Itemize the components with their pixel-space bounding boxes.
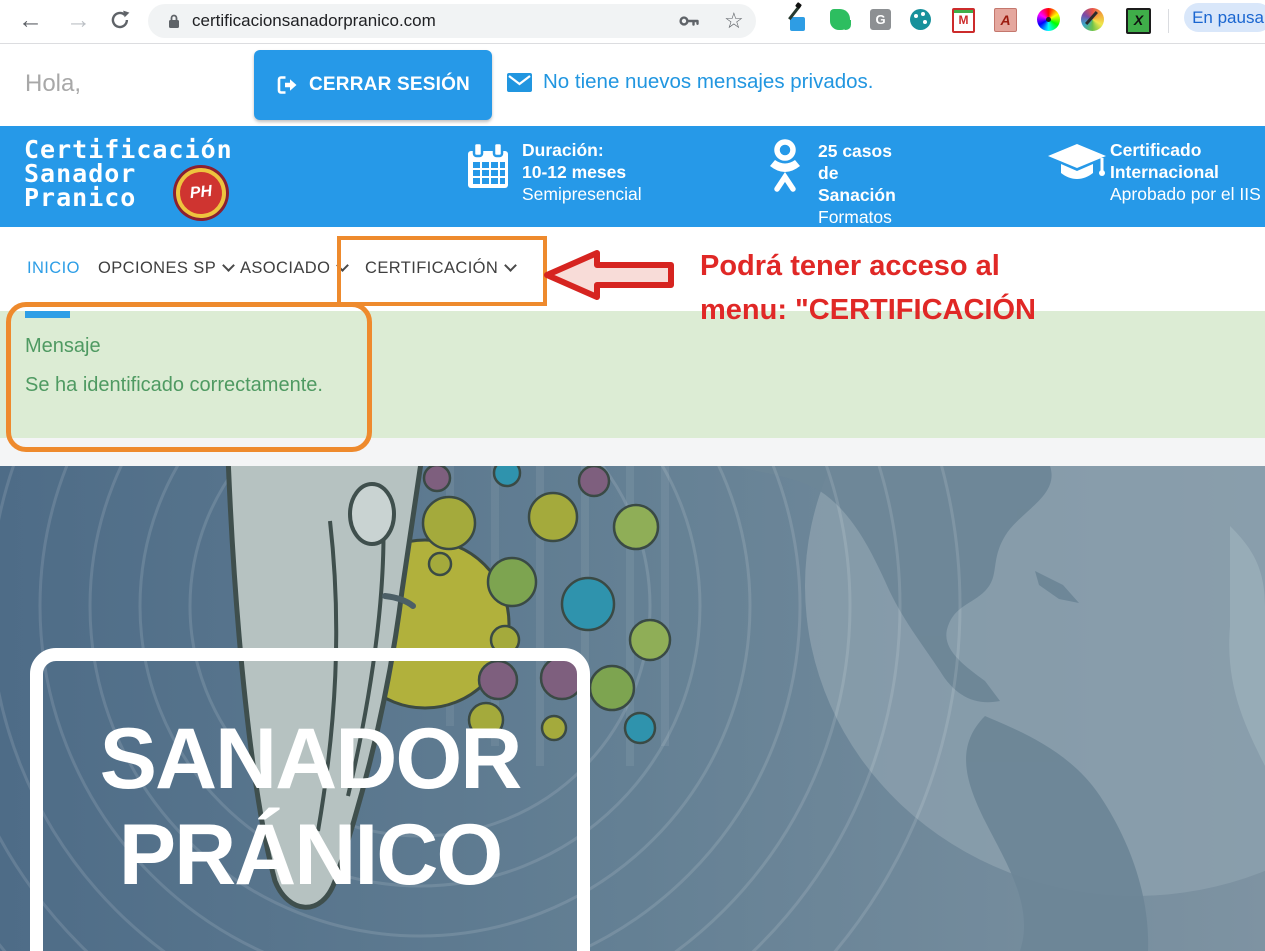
top-banner: Certificación Sanador Pranico PH Duració…: [0, 126, 1265, 227]
feature-certificate-title: Certificado: [1110, 139, 1261, 161]
feature-duration-title: Duración:: [522, 139, 642, 161]
annotation-arrow-icon: [543, 250, 675, 300]
annotation-text: Podrá tener acceso al menu: "CERTIFICACI…: [700, 244, 1036, 332]
envelope-icon: [507, 73, 532, 92]
feature-certificate-subtitle: Aprobado por el IIS: [1110, 183, 1261, 205]
color-picker-extension-icon[interactable]: [782, 6, 808, 33]
color-wheel-icon: [1037, 8, 1060, 31]
person-icon: [766, 139, 804, 195]
address-bar[interactable]: certificacionsanadorpranico.com ☆: [148, 4, 756, 38]
site-header: Hola, CERRAR SESIÓN No tiene nuevos mens…: [0, 44, 1265, 126]
nav-label-asociado: ASOCIADO: [240, 259, 330, 277]
annotation-highlight-message: [6, 302, 372, 452]
calendar-icon: [466, 142, 510, 190]
bookmark-star-icon[interactable]: ☆: [724, 6, 744, 36]
forward-icon[interactable]: →: [66, 4, 91, 36]
g-extension-icon[interactable]: G: [868, 6, 894, 33]
pdf-icon: A: [994, 8, 1017, 32]
annotation-text-line-2: menu: "CERTIFICACIÓN: [700, 288, 1036, 332]
private-messages-text: No tiene nuevos mensajes privados.: [543, 70, 873, 94]
pause-button[interactable]: En pausa: [1184, 3, 1265, 32]
shield-icon: M: [952, 8, 975, 33]
greeting-text: Hola,: [25, 70, 81, 98]
reload-icon[interactable]: [108, 8, 132, 32]
nav-item-asociado[interactable]: ASOCIADO: [240, 259, 347, 278]
key-icon[interactable]: [678, 12, 702, 30]
x-extension-icon[interactable]: X: [1124, 6, 1150, 33]
paint-extension-icon[interactable]: [1080, 6, 1106, 33]
back-icon[interactable]: ←: [18, 4, 43, 36]
hero-title-frame: SANADOR PRÁNICO: [30, 648, 590, 951]
shield-extension-icon[interactable]: M: [950, 6, 976, 33]
paint-icon: [1081, 8, 1104, 31]
page: ← → certificacionsanadorpranico.com ☆: [0, 0, 1265, 951]
feature-cases-subtitle: Formatos especiales: [818, 206, 901, 227]
palette-extension-icon[interactable]: [908, 6, 934, 33]
logout-button[interactable]: CERRAR SESIÓN: [254, 50, 492, 120]
nav-label-inicio: INICIO: [27, 259, 80, 277]
annotation-highlight-certificacion: [337, 236, 547, 306]
private-messages-link[interactable]: No tiene nuevos mensajes privados.: [507, 70, 873, 94]
feature-certificate: Certificado Internacional Aprobado por e…: [1048, 126, 1265, 227]
feature-duration-subtitle: Semipresencial: [522, 183, 642, 205]
feature-certificate-title2: Internacional: [1110, 161, 1261, 183]
nav-item-opciones-sp[interactable]: OPCIONES SP: [98, 259, 233, 278]
lock-icon[interactable]: [166, 13, 182, 30]
chevron-down-icon: [222, 259, 235, 272]
graduation-cap-icon: [1048, 142, 1106, 188]
x-icon: X: [1126, 8, 1151, 34]
hero-title: SANADOR PRÁNICO: [43, 711, 577, 903]
palette-icon: [910, 9, 931, 30]
dropper-square: [790, 17, 805, 31]
logout-icon: [276, 75, 298, 95]
nav-item-inicio[interactable]: INICIO: [27, 259, 80, 278]
browser-toolbar: ← → certificacionsanadorpranico.com ☆: [0, 0, 1265, 44]
toolbar-divider: [1168, 9, 1169, 33]
hero-title-line-1: SANADOR: [43, 711, 577, 807]
feature-duration-value: 10-12 meses: [522, 161, 642, 183]
nav-label-opciones-sp: OPCIONES SP: [98, 259, 216, 277]
pdf-extension-icon[interactable]: A: [992, 6, 1018, 33]
url-text[interactable]: certificacionsanadorpranico.com: [192, 4, 436, 38]
elephant-trunk: [844, 20, 851, 30]
hero-title-line-2: PRÁNICO: [43, 807, 577, 903]
logout-label: CERRAR SESIÓN: [309, 74, 470, 96]
feature-cases-title: 25 casos de Sanación: [818, 140, 901, 206]
color-wheel-extension-icon[interactable]: [1036, 6, 1062, 33]
hero-section: SANADOR PRÁNICO: [0, 466, 1265, 951]
annotation-text-line-1: Podrá tener acceso al: [700, 244, 1036, 288]
g-letter: G: [870, 9, 891, 30]
evernote-extension-icon[interactable]: [828, 6, 854, 33]
